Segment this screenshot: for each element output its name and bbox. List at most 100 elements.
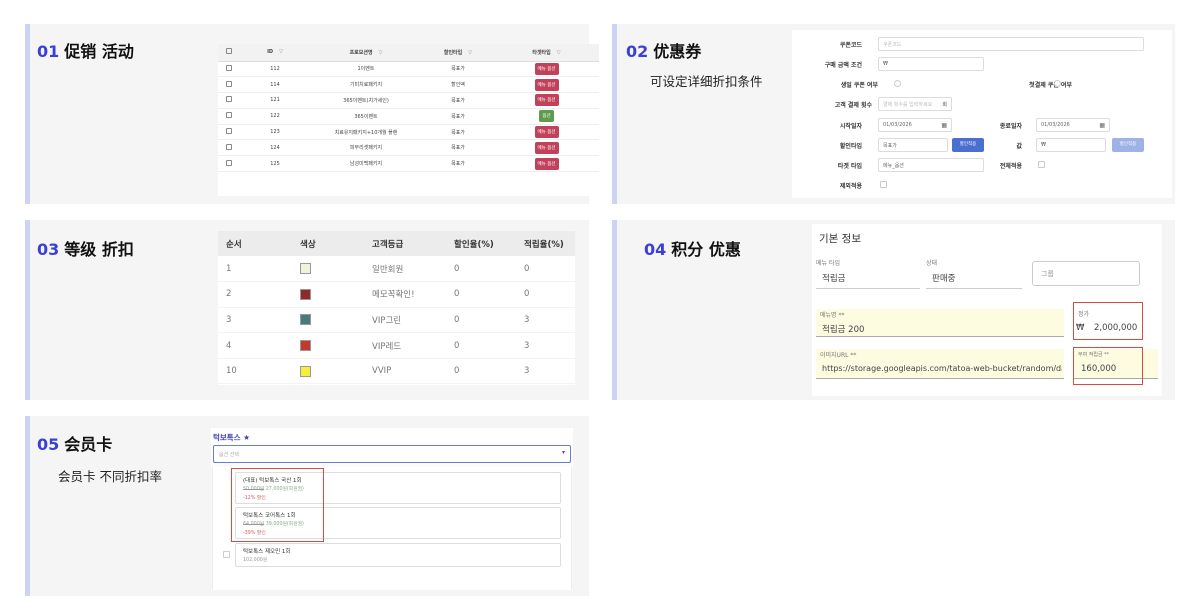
table-row[interactable]: 112 1이벤트 목표가 메뉴 옵션 xyxy=(218,61,599,78)
cell-id: 125 xyxy=(240,155,310,173)
member-card-screenshot: 턱보톡스 ★ 옵션 선택 ▾ (대표) 턱보톡스 국산 1회 50,000원 2… xyxy=(211,428,573,590)
column-header-target-type[interactable]: 타겟타입 ▽ xyxy=(494,44,599,62)
cell-name: 365이벤트 xyxy=(310,108,422,125)
panel-title: 02 优惠券 xyxy=(626,38,701,62)
promotion-table-screenshot: ID ▽ 프로모션명 ▽ 할인타입 ▽ 타겟타입 ▽ 112 1이벤트 목표가 메뉴 옵션 11… xyxy=(218,44,599,196)
table-row[interactable]: 124 피부리셋패키지 목표가 메뉴 옵션 xyxy=(218,139,599,157)
discount-type-label: 할인타입 xyxy=(839,143,862,150)
menu-type-value[interactable]: 적립금 xyxy=(822,272,845,284)
column-header-name[interactable]: 프로모션명 ▽ xyxy=(310,44,422,62)
pay-count-input[interactable]: 결제 횟수를 입력하세요. 회 xyxy=(878,97,952,111)
color-swatch xyxy=(300,288,311,300)
row-checkbox[interactable] xyxy=(218,108,240,125)
cell-order: 10 xyxy=(218,358,292,385)
min-amount-input[interactable]: ₩ xyxy=(878,57,984,71)
option-select[interactable]: 옵션 선택 ▾ xyxy=(213,445,571,463)
row-checkbox[interactable] xyxy=(218,92,240,109)
cell-discount-type: 할인액 xyxy=(422,76,494,94)
color-swatch xyxy=(300,365,311,377)
apply-all-checkbox[interactable] xyxy=(1038,161,1045,168)
chevron-down-icon[interactable]: ▾ xyxy=(562,449,565,456)
column-header-grade: 고객등급 xyxy=(364,231,446,256)
option-name: 턱보톡스 제오민 1회 xyxy=(243,549,291,555)
cell-id: 124 xyxy=(240,139,310,157)
cell-discount-rate: 0 xyxy=(446,358,516,385)
calendar-icon[interactable]: ▦ xyxy=(1099,122,1105,129)
table-row[interactable]: 4 VIP레드 0 3 xyxy=(218,332,575,359)
panel-grade-discount: 03 等级 折扣 순서 색상 고객등급 할인율(%) 적립율(%) 1 일반회원 0 0… xyxy=(25,220,589,400)
filter-icon[interactable]: ▽ xyxy=(468,50,472,56)
table-row[interactable]: 125 남성미백패키지 목표가 메뉴 옵션 xyxy=(218,155,599,173)
points-form-screenshot: 기본 정보 메뉴 타입 적립금 상태 판매중 그룹 메뉴명 ** 적립금 200… xyxy=(812,224,1162,396)
panel-number: 05 xyxy=(37,435,60,454)
option-checkbox[interactable] xyxy=(223,551,230,558)
panel-description: 可设定详细折扣条件 xyxy=(650,74,763,89)
coupon-form-screenshot: 쿠폰코드 쿠폰코드 구매 금액 조건 ₩ 생일 쿠폰 여부 첫결제 쿠폰 여부 … xyxy=(792,30,1172,198)
required-star: ★ xyxy=(243,433,250,442)
panel-title: 03 等级 折扣 xyxy=(37,236,134,260)
start-date-input[interactable]: 01/03/2026 ▦ xyxy=(878,118,952,132)
column-header-discount-type[interactable]: 할인타입 ▽ xyxy=(422,44,494,62)
panel-description: 会员卡 不同折扣率 xyxy=(58,469,162,484)
panel-coupon: 02 优惠券 可设定详细折扣条件 쿠폰코드 쿠폰코드 구매 금액 조건 ₩ 생일 … xyxy=(612,24,1175,204)
table-row[interactable]: 10 VVIP 0 3 xyxy=(218,358,575,385)
row-checkbox[interactable] xyxy=(218,61,240,78)
cell-accrual-rate: 0 xyxy=(516,281,575,308)
image-url-label: 이미지URL ** xyxy=(820,352,857,359)
row-checkbox[interactable] xyxy=(218,124,240,141)
panel-title: 05 会员卡 xyxy=(37,431,112,455)
cell-discount-rate: 0 xyxy=(446,281,516,308)
panel-number: 03 xyxy=(37,240,60,259)
cell-target-type: 메뉴 옵션 xyxy=(494,155,599,173)
cell-accrual-rate: 3 xyxy=(516,332,575,359)
table-row[interactable]: 123 치료유지패키지+10개월 플랜 목표가 메뉴 옵션 xyxy=(218,124,599,141)
menu-type-label: 메뉴 타입 xyxy=(816,260,840,267)
value-apply-button[interactable]: 할인적용 xyxy=(1112,138,1144,152)
row-checkbox[interactable] xyxy=(218,155,240,173)
table-row[interactable]: 3 VIP그린 0 3 xyxy=(218,307,575,334)
cell-name: 피부리셋패키지 xyxy=(310,139,422,157)
table-row[interactable]: 122 365이벤트 목표가 옵션 xyxy=(218,108,599,125)
cell-name: 치료유지패키지+10개월 플랜 xyxy=(310,124,422,141)
exclude-checkbox[interactable] xyxy=(880,181,887,188)
discount-type-select[interactable]: 목표가 xyxy=(878,138,948,152)
cell-target-type: 메뉴 옵션 xyxy=(494,124,599,141)
cell-discount-type: 목표가 xyxy=(422,92,494,109)
birthday-coupon-checkbox[interactable] xyxy=(894,80,901,87)
group-input[interactable]: 그룹 xyxy=(1032,261,1140,286)
calendar-icon[interactable]: ▦ xyxy=(941,122,947,129)
first-pay-coupon-checkbox[interactable] xyxy=(1054,80,1061,87)
filter-icon[interactable]: ▽ xyxy=(279,49,283,55)
target-badge: 메뉴 옵션 xyxy=(534,126,559,139)
start-date-label: 시작일자 xyxy=(839,123,862,130)
target-badge: 메뉴 옵션 xyxy=(534,157,559,170)
filter-icon[interactable]: ▽ xyxy=(557,50,561,56)
coupon-code-input[interactable]: 쿠폰코드 xyxy=(878,37,1144,51)
filter-icon[interactable]: ▽ xyxy=(379,50,383,56)
row-checkbox[interactable] xyxy=(218,139,240,157)
cell-accrual-rate: 0 xyxy=(516,256,575,283)
cell-order: 1 xyxy=(218,256,292,283)
color-swatch xyxy=(300,340,311,352)
target-badge: 옵션 xyxy=(539,110,554,123)
value-input[interactable]: ₩ xyxy=(1036,138,1106,152)
panel-accent-bar xyxy=(25,220,30,400)
cell-grade: VIP그린 xyxy=(364,307,446,334)
exclude-label: 제외적용 xyxy=(839,183,862,190)
highlight-box-options xyxy=(231,468,324,542)
cell-discount-type: 목표가 xyxy=(422,61,494,78)
section-title: 기본 정보 xyxy=(819,233,861,245)
target-type-label: 타겟 타입 xyxy=(837,163,862,170)
table-row[interactable]: 2 메모꼭확인! 0 0 xyxy=(218,281,575,308)
end-date-input[interactable]: 01/03/2026 ▦ xyxy=(1036,118,1110,132)
table-row[interactable]: 114 기미치료패키지 할인액 메뉴 옵션 xyxy=(218,76,599,94)
status-value[interactable]: 판매중 xyxy=(932,272,955,284)
select-all-checkbox[interactable] xyxy=(218,44,240,62)
row-checkbox[interactable] xyxy=(218,76,240,94)
panel-title-text: 等级 折扣 xyxy=(64,240,134,259)
table-row[interactable]: 121 365이벤트(치가세인) 목표가 메뉴 옵션 xyxy=(218,92,599,109)
column-header-id[interactable]: ID ▽ xyxy=(240,44,310,62)
table-row[interactable]: 1 일반회원 0 0 xyxy=(218,256,575,283)
highlight-box-price xyxy=(1073,302,1143,340)
panel-title-text: 优惠券 xyxy=(653,42,702,61)
